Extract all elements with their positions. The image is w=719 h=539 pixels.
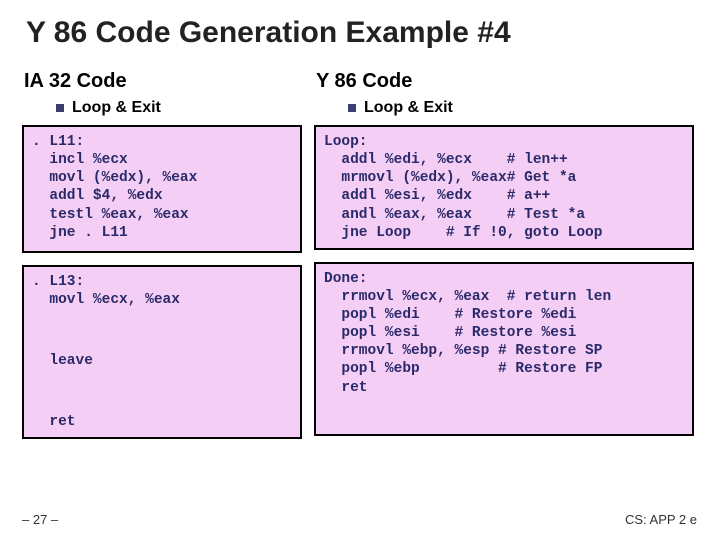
subhead-y86: Loop & Exit xyxy=(364,99,453,117)
bullet-icon xyxy=(56,104,64,112)
slide-footer: – 27 – CS: APP 2 e xyxy=(22,512,697,527)
column-ia32: IA 32 Code Loop & Exit . L11: incl %ecx … xyxy=(22,70,302,451)
code-ia32-ret: ret xyxy=(32,413,292,431)
slide-title: Y 86 Code Generation Example #4 xyxy=(22,16,697,50)
code-box-y86-loop: Loop: addl %edi, %ecx # len++ mrmovl (%e… xyxy=(314,125,694,250)
column-y86: Y 86 Code Loop & Exit Loop: addl %edi, %… xyxy=(314,70,694,451)
page-number: – 27 – xyxy=(22,512,58,527)
code-box-ia32-loop: . L11: incl %ecx movl (%edx), %eax addl … xyxy=(22,125,302,253)
heading-ia32: IA 32 Code xyxy=(22,70,302,93)
subhead-row-ia32: Loop & Exit xyxy=(22,99,302,117)
code-ia32-leave: leave xyxy=(32,352,292,370)
code-box-ia32-exit: . L13: movl %ecx, %eax leave ret xyxy=(22,265,302,439)
content-columns: IA 32 Code Loop & Exit . L11: incl %ecx … xyxy=(22,70,697,451)
bullet-icon xyxy=(348,104,356,112)
code-ia32-l13: . L13: movl %ecx, %eax xyxy=(32,273,292,309)
heading-y86: Y 86 Code xyxy=(314,70,694,93)
code-box-y86-done: Done: rrmovl %ecx, %eax # return len pop… xyxy=(314,262,694,436)
subhead-ia32: Loop & Exit xyxy=(72,99,161,117)
footer-credit: CS: APP 2 e xyxy=(625,512,697,527)
subhead-row-y86: Loop & Exit xyxy=(314,99,694,117)
